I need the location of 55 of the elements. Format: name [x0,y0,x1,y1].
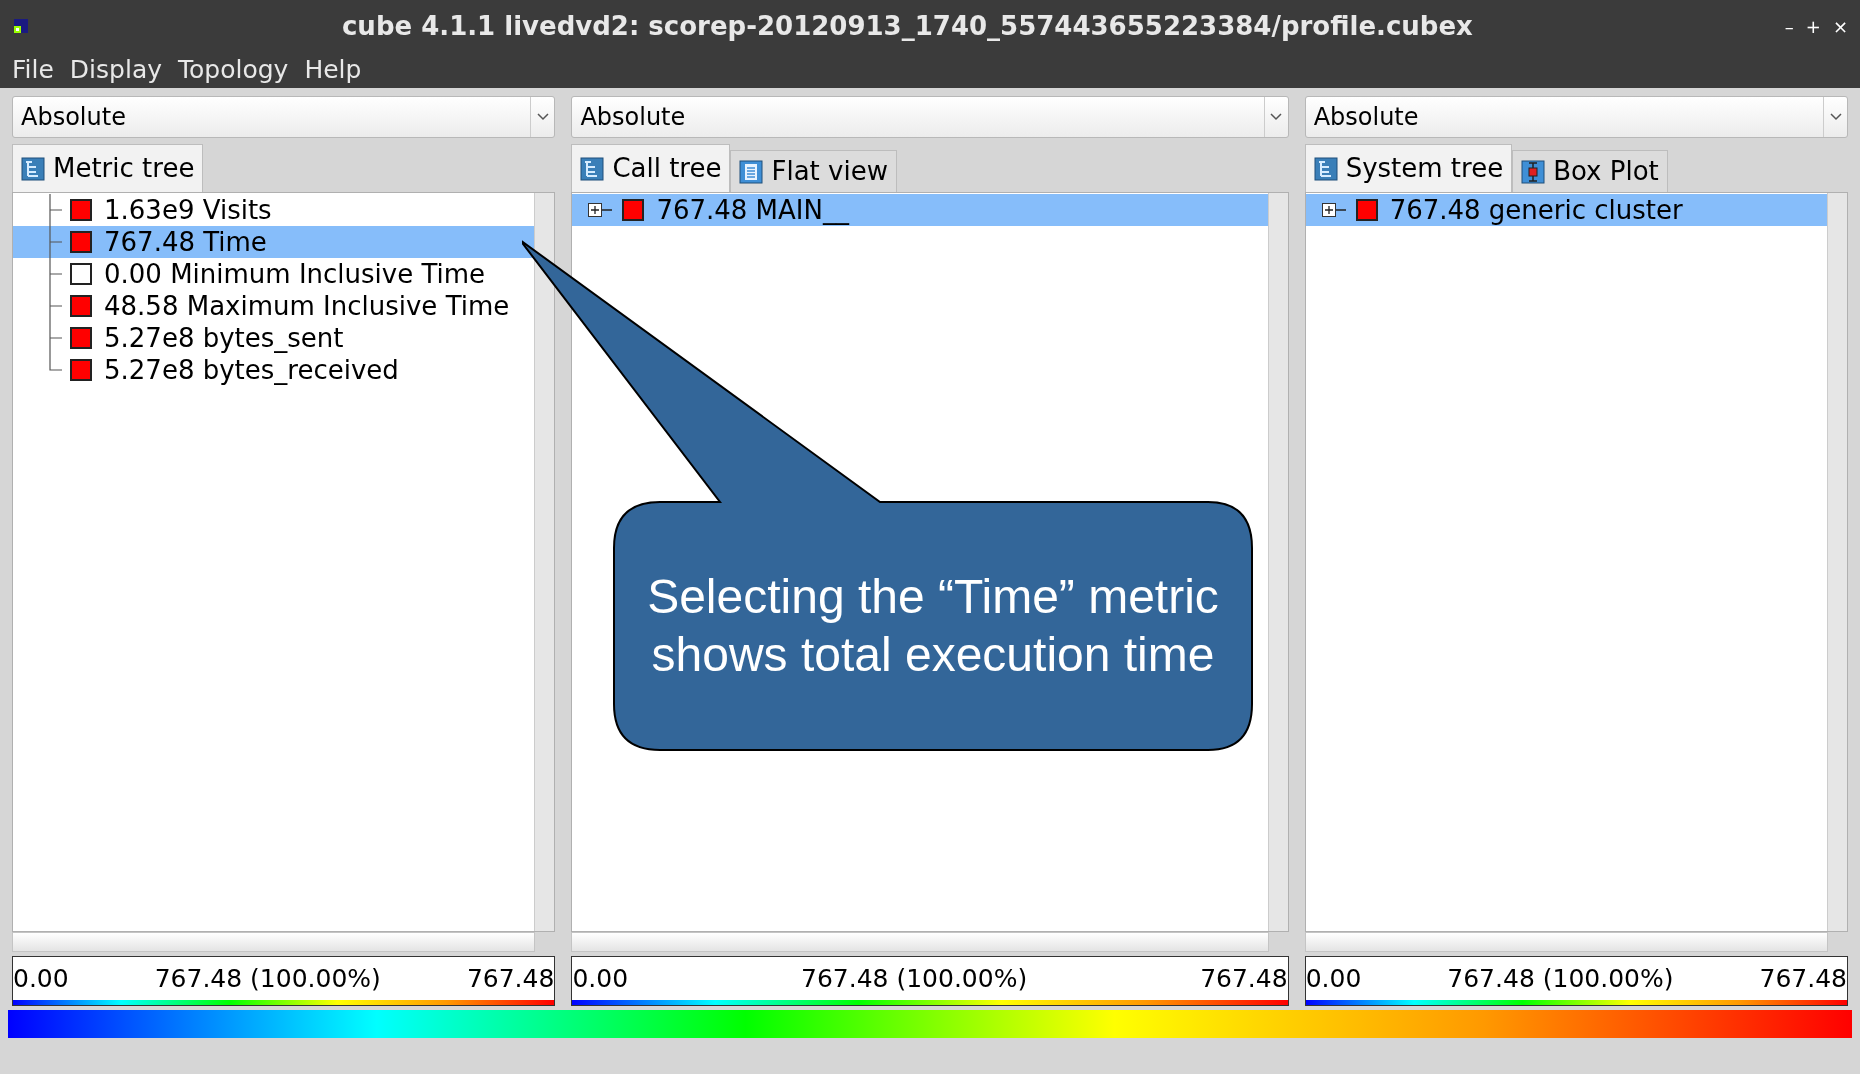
scale-value: 767.48 (100.00%) [801,962,1028,995]
tree-label: 767.48 generic cluster [1389,193,1683,227]
horizontal-scrollbar[interactable] [1304,932,1828,952]
menu-item[interactable]: File [12,51,54,89]
horizontal-scrollbar[interactable] [571,932,1269,952]
menu-item[interactable]: Topology [178,51,289,89]
tree-label: 767.48 MAIN__ [656,193,849,227]
scale-min: 0.00 [13,962,69,995]
scale-value: 767.48 (100.00%) [154,962,381,995]
tree-row[interactable]: 767.48 MAIN__ [572,194,1268,226]
tree-label: 0.00 Minimum Inclusive Time [104,257,486,291]
menu-item[interactable]: Display [69,51,162,89]
app-icon [12,17,30,35]
horizontal-scrollbar[interactable] [12,932,536,952]
menu-item[interactable]: Help [304,51,362,89]
window-title: cube 4.1.1 livedvd2: scorep-20120913_1740_557443655223384/profile.cubex [340,9,1474,43]
scale-max: 767.48 [466,962,555,995]
scale-max: 767.48 [1759,962,1847,995]
box-plot-icon [1521,159,1546,184]
callout-text: shows total execution time [651,627,1215,683]
vertical-scrollbar[interactable] [1267,193,1288,931]
tree-icon [21,156,45,181]
mode-dropdown[interactable]: Absolute [12,96,556,138]
tree-row[interactable]: 767.48 generic cluster [1305,194,1827,226]
tab[interactable]: Box Plot [1512,150,1668,192]
tab[interactable]: System tree [1304,144,1513,192]
vertical-scrollbar[interactable] [534,193,555,931]
scale-value: 767.48 (100.00%) [1447,962,1674,995]
chevron-down-icon [1829,113,1842,121]
tree-label: 48.58 Maximum Inclusive Time [104,289,510,323]
tab[interactable]: Metric tree [12,144,204,192]
tree-label: 5.27e8 bytes_sent [104,321,344,355]
scale-max: 767.48 [1200,962,1288,995]
vertical-scrollbar[interactable] [1827,193,1847,931]
tab[interactable]: Call tree [571,144,731,192]
mode-dropdown[interactable]: Absolute [571,96,1289,138]
tree-icon [580,156,605,181]
expand-icon[interactable] [588,203,613,217]
tree-row[interactable]: 767.48 Time [13,226,535,258]
tab[interactable]: Flat view [730,150,897,192]
chevron-down-icon [536,113,549,121]
chevron-down-icon [1270,113,1283,121]
scale-min: 0.00 [1305,962,1362,995]
mode-dropdown[interactable]: Absolute [1304,96,1848,138]
tree-label: 767.48 Time [104,225,267,259]
window-control[interactable]: + [1805,12,1821,40]
tree-label: 5.27e8 bytes_received [104,353,399,387]
tree-icon [1313,156,1338,181]
window-control[interactable]: – [1784,12,1794,40]
expand-icon[interactable] [1321,203,1346,217]
tree-label: 1.63e9 Visits [104,193,272,227]
window-control[interactable]: × [1832,12,1848,40]
callout-text: Selecting the “Time” metric [647,569,1219,625]
list-icon [739,159,764,184]
scale-min: 0.00 [572,962,629,995]
